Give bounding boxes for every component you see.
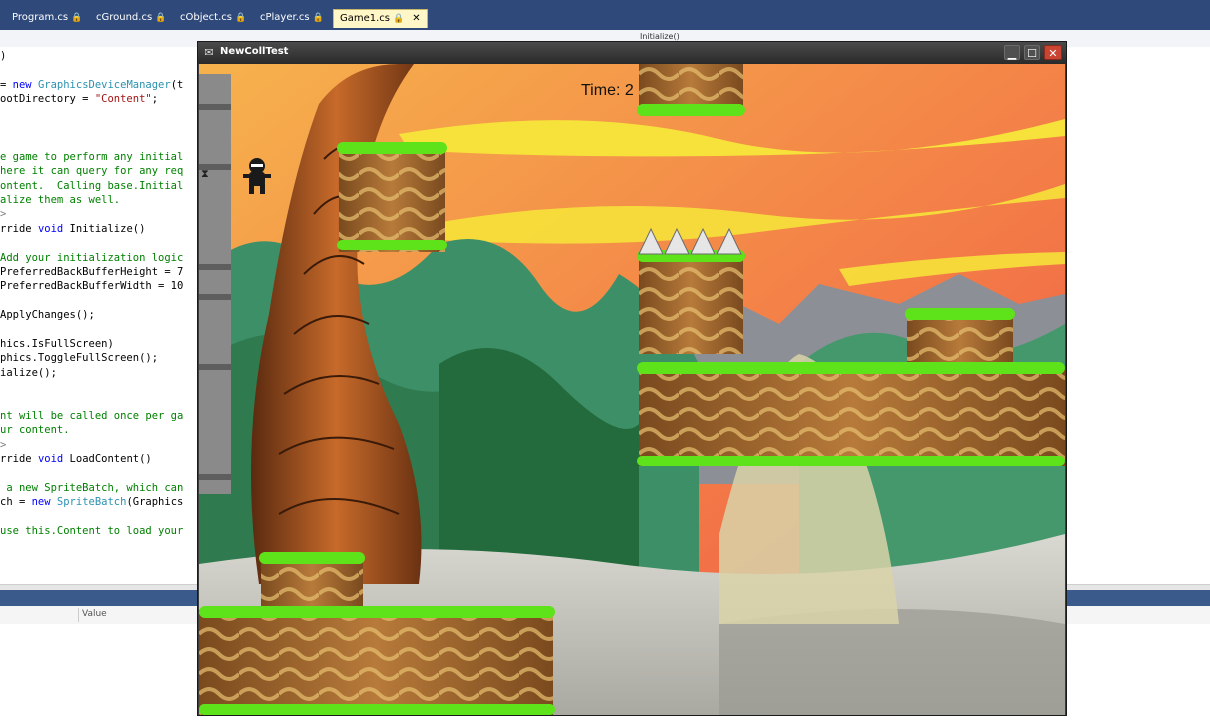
- code-line: hics.IsFullScreen): [0, 338, 114, 350]
- code-line: PreferredBackBufferHeight = 7: [0, 266, 184, 278]
- code-line: phics.ToggleFullScreen();: [0, 352, 159, 365]
- code-line: nt will be called once per ga: [0, 410, 184, 422]
- code-line: ur content.: [0, 424, 70, 437]
- platform: [637, 64, 745, 116]
- tab-label: cGround.cs: [96, 12, 153, 23]
- code-line: ialize();: [0, 366, 57, 379]
- close-button[interactable]: ✕: [1044, 45, 1062, 60]
- ground-shadow: [719, 609, 1065, 715]
- value-column-header[interactable]: Value: [82, 609, 107, 619]
- tab-program-cs[interactable]: Program.cs 🔒: [12, 9, 82, 27]
- code-line: alize them as well.: [0, 194, 121, 206]
- tab-label: Game1.cs: [340, 13, 391, 24]
- editor-right-area: [1068, 47, 1210, 584]
- game-window-title: NewCollTest: [220, 46, 289, 57]
- code-line: >: [0, 438, 7, 451]
- game-window[interactable]: ✉ NewCollTest ▁ ☐ ✕ Time: 2 ⧗: [197, 41, 1067, 716]
- lock-icon: 🔒: [393, 14, 405, 24]
- xna-app-icon: ✉: [204, 46, 214, 59]
- code-line: ): [0, 50, 7, 62]
- stone-column: [199, 74, 231, 494]
- method-dropdown[interactable]: Initialize(): [640, 32, 680, 41]
- column-divider[interactable]: [78, 608, 79, 622]
- platform: [199, 606, 555, 715]
- lock-icon: 🔒: [71, 13, 83, 23]
- ide-document-tabstrip: Program.cs 🔒 cGround.cs 🔒 cObject.cs 🔒 cPla…: [0, 0, 1210, 30]
- code-line: ontent. Calling base.Initial: [0, 179, 184, 192]
- close-tab-icon[interactable]: ✕: [412, 10, 420, 28]
- game-viewport[interactable]: Time: 2 ⧗: [199, 64, 1065, 715]
- maximize-button[interactable]: ☐: [1024, 45, 1040, 60]
- lock-icon: 🔒: [155, 13, 167, 23]
- minimize-button[interactable]: ▁: [1004, 45, 1020, 60]
- tab-label: cObject.cs: [180, 12, 232, 23]
- tab-cobject-cs[interactable]: cObject.cs 🔒: [180, 9, 246, 27]
- code-line: Add your initialization logic: [0, 251, 184, 264]
- code-line: use this.Content to load your: [0, 525, 184, 538]
- lock-icon: 🔒: [234, 13, 247, 23]
- platform: [637, 250, 745, 354]
- game-scene: [199, 64, 1065, 715]
- code-line: rride void LoadContent(): [0, 453, 152, 466]
- code-line: >: [0, 208, 7, 221]
- code-line: here it can query for any req: [0, 165, 184, 178]
- code-line: ApplyChanges();: [0, 309, 95, 322]
- game-window-titlebar[interactable]: ✉ NewCollTest ▁ ☐ ✕: [198, 42, 1066, 64]
- tab-label: cPlayer.cs: [260, 12, 310, 23]
- lock-icon: 🔒: [312, 13, 324, 23]
- tab-game1-cs[interactable]: Game1.cs 🔒 ✕: [333, 9, 428, 28]
- code-line: PreferredBackBufferWidth = 10: [0, 280, 184, 293]
- code-line: ootDirectory = "Content";: [0, 93, 159, 106]
- tab-cplayer-cs[interactable]: cPlayer.cs 🔒: [260, 9, 324, 27]
- hourglass-cursor-icon: ⧗: [201, 167, 209, 180]
- platform: [337, 142, 447, 252]
- code-line: ch = new SpriteBatch(Graphics: [0, 496, 184, 509]
- tab-cground-cs[interactable]: cGround.cs 🔒: [96, 9, 166, 27]
- code-line: e game to perform any initial: [0, 150, 184, 163]
- code-line: a new SpriteBatch, which can: [0, 482, 184, 494]
- code-line: rride void Initialize(): [0, 222, 146, 235]
- tab-label: Program.cs: [12, 12, 69, 23]
- hud-timer: Time: 2: [581, 82, 634, 99]
- platform: [637, 362, 1065, 466]
- code-line: = new GraphicsDeviceManager(t: [0, 78, 184, 91]
- platform: [259, 552, 365, 610]
- platform: [905, 308, 1015, 362]
